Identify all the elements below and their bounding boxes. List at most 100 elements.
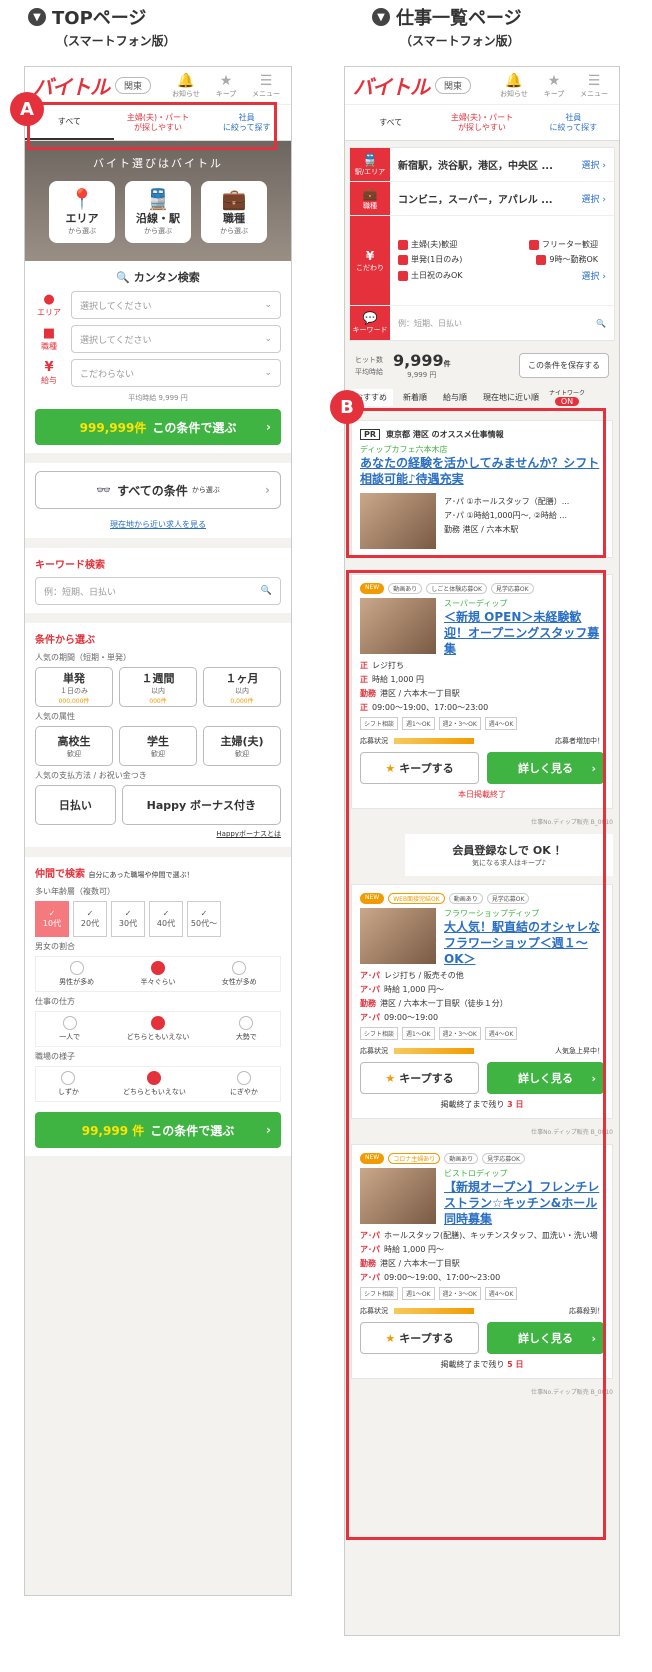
sort-near[interactable]: 現在地に近い順 xyxy=(477,389,545,406)
job-search-button[interactable]: 💼 職種 から選ぶ xyxy=(201,181,267,243)
save-conditions-button[interactable]: この条件を保存する xyxy=(519,353,609,378)
job-row[interactable]: 💼 職種 コンビニ，スーパー，アパレル ... 選択 › xyxy=(350,182,614,216)
app-bar: バイトル 関東 🔔 お知らせ ★ キープ ☰ メニュー xyxy=(25,67,291,105)
gender-female[interactable]: 女性が多め xyxy=(222,961,257,987)
pay-happy-bonus[interactable]: Happy ボーナス付き xyxy=(121,785,281,825)
attr-student[interactable]: 学生 歓迎 xyxy=(119,726,197,766)
work-radios: 一人で どちらともいえない 大勢で xyxy=(35,1011,281,1047)
nightwork-toggle[interactable]: ナイトワーク ON xyxy=(549,388,585,406)
pref-row: ¥ こだわり 主婦(夫)歓迎 フリーター歓迎 単発(1日のみ) 9時〜勤務OK 土… xyxy=(350,216,614,306)
bag-icon: 💼 xyxy=(362,186,378,201)
bell-icon: 🔔 xyxy=(505,72,523,89)
pay-daily[interactable]: 日払い xyxy=(35,785,116,825)
bag-icon: 💼 xyxy=(221,187,247,211)
scene-search: 仲間で検索 自分にあった職場や仲間で選ぶ！ 多い年齢層（複数可） ✓ 10代 ✓ 2… xyxy=(25,857,291,1156)
area-select[interactable]: 選択してください ⌄ xyxy=(71,291,281,319)
job-select[interactable]: 選択してください ⌄ xyxy=(71,325,281,353)
badge-a: A xyxy=(10,92,44,126)
work-alone[interactable]: 一人で xyxy=(59,1016,80,1042)
pay-label: ¥ 給与 xyxy=(35,360,63,386)
tab-employee[interactable]: 社員 に絞って探す xyxy=(528,105,619,140)
menu-button[interactable]: ☰ メニュー xyxy=(577,73,611,99)
notification-button[interactable]: 🔔 お知らせ xyxy=(169,73,203,99)
check-icon: ✓ xyxy=(86,909,94,918)
age-20s[interactable]: ✓ 20代 xyxy=(73,901,107,937)
work-group[interactable]: 大勢で xyxy=(236,1016,257,1042)
quick-title: 🔍 カンタン検索 xyxy=(116,271,200,284)
period-one-week[interactable]: １週間 以内 000件 xyxy=(119,667,197,707)
heading-sub: （スマートフォン版） xyxy=(400,34,520,48)
gender-male[interactable]: 男性が多め xyxy=(59,961,94,987)
line-search-button[interactable]: 🚆 沿線・駅 から選ぶ xyxy=(125,181,191,243)
keep-button[interactable]: ★ キープ xyxy=(537,73,571,99)
sort-bar: おすすめ 新着順 給与順 現在地に近い順 ナイトワーク ON xyxy=(345,384,619,410)
pref-housewife[interactable]: 主婦(夫)歓迎 xyxy=(398,239,457,250)
work-neither[interactable]: どちらともいえない xyxy=(127,1016,189,1042)
keyword-row: 💬 キーワード 例：短期、日払い 🔍 xyxy=(350,306,614,340)
keyword-input[interactable]: 例：短期、日払い 🔍 xyxy=(390,306,614,340)
age-50s[interactable]: ✓ 50代〜 xyxy=(187,901,221,937)
hero-catch: バイト選びはバイトル xyxy=(93,157,223,170)
hit-count: 9,999 xyxy=(393,351,444,370)
age-10s[interactable]: ✓ 10代 xyxy=(35,901,69,937)
attr-highschool[interactable]: 高校生 歓迎 xyxy=(35,726,113,766)
notification-button[interactable]: 🔔 お知らせ xyxy=(497,73,531,99)
age-40s[interactable]: ✓ 40代 xyxy=(149,901,183,937)
tab-all[interactable]: すべて xyxy=(345,105,436,140)
app-bar: バイトル 関東 🔔 お知らせ ★ キープ ☰ メニュー xyxy=(345,67,619,105)
pref-single-day[interactable]: 単発(1日のみ) xyxy=(398,254,462,265)
train-icon: 🚆 xyxy=(362,152,378,167)
keyword-input[interactable]: 例：短期、日払い 🔍 xyxy=(35,577,281,605)
hero: バイト選びはバイトル 📍 エリア から選ぶ 🚆 沿線・駅 から選ぶ 💼 職種 から選ぶ xyxy=(25,141,291,261)
pref-9am[interactable]: 9時〜勤務OK xyxy=(536,254,598,265)
chevron-right-icon: › xyxy=(265,483,270,497)
chevron-down-icon: ⌄ xyxy=(264,334,272,344)
pref-weekend[interactable]: 土日祝のみOK xyxy=(398,270,463,281)
chat-icon: 💬 xyxy=(362,311,378,325)
age-30s[interactable]: ✓ 30代 xyxy=(111,901,145,937)
period-one-day[interactable]: 単発 １日のみ 000,000件 xyxy=(35,667,113,707)
tab-housewife[interactable]: 主婦(夫)・パート が探しやすい xyxy=(436,105,527,140)
heading-text: 仕事一覧ページ xyxy=(396,8,522,29)
area-selector[interactable]: 関東 xyxy=(115,77,152,94)
star-icon: ★ xyxy=(219,72,233,89)
env-neither[interactable]: どちらともいえない xyxy=(123,1071,186,1097)
scene-submit-button[interactable]: 99,999 件この条件で選ぶ › xyxy=(35,1112,281,1148)
happy-link[interactable]: Happyボーナスとは xyxy=(35,829,281,839)
pref-choose[interactable]: 選択 › xyxy=(582,269,606,282)
top-page-screen: バイトル 関東 🔔 お知らせ ★ キープ ☰ メニュー すべて 主婦(夫)・パート が… xyxy=(24,66,292,1596)
logo: バイトル xyxy=(33,75,110,99)
area-label: ● エリア xyxy=(37,292,61,317)
env-lively[interactable]: にぎやか xyxy=(230,1071,258,1097)
station-row[interactable]: 🚆 駅/エリア 新宿駅，渋谷駅，港区，中央区 ... 選択 › xyxy=(350,148,614,182)
bag-icon: ■ xyxy=(42,326,56,341)
sort-new[interactable]: 新着順 xyxy=(397,389,433,406)
pay-select[interactable]: こだわらない ⌄ xyxy=(71,359,281,387)
gender-title: 男女の割合 xyxy=(35,942,75,951)
nearby-link[interactable]: 現在地から近い求人を見る xyxy=(35,519,281,530)
sort-pay[interactable]: 給与順 xyxy=(437,389,473,406)
highlight-cards xyxy=(346,570,606,1540)
age-title: 多い年齢層（複数可） xyxy=(35,887,115,896)
search-submit-button[interactable]: 999,999件 この条件で選ぶ › xyxy=(35,409,281,445)
attr-housewife[interactable]: 主婦(夫) 歓迎 xyxy=(203,726,281,766)
chevron-down-icon: ⌄ xyxy=(264,300,272,310)
all-conditions-button[interactable]: 👓 すべての条件 から選ぶ › xyxy=(35,471,281,509)
menu-button[interactable]: ☰ メニュー xyxy=(249,73,283,99)
env-quiet[interactable]: しずか xyxy=(58,1071,79,1097)
binoculars-icon: 👓 xyxy=(96,483,112,497)
area-search-button[interactable]: 📍 エリア から選ぶ xyxy=(49,181,115,243)
list-page-heading: ▼ 仕事一覧ページ （スマートフォン版） xyxy=(372,4,522,49)
pin-icon: ● xyxy=(43,292,55,307)
gender-radios: 男性が多め 半々ぐらい 女性が多め xyxy=(35,956,281,992)
hamburger-icon: ☰ xyxy=(259,72,273,89)
chevron-down-icon: ▼ xyxy=(28,8,46,26)
avg-wage: 9,999 円 xyxy=(407,371,437,379)
period-one-month[interactable]: １ヶ月 以内 0,000件 xyxy=(203,667,281,707)
keep-button[interactable]: ★ キープ xyxy=(209,73,243,99)
gender-half[interactable]: 半々ぐらい xyxy=(140,961,175,987)
highlight-b xyxy=(346,408,606,558)
area-selector[interactable]: 関東 xyxy=(435,77,472,94)
pref-freeter[interactable]: フリーター歓迎 xyxy=(529,239,598,250)
yen-icon: ¥ xyxy=(365,248,375,263)
